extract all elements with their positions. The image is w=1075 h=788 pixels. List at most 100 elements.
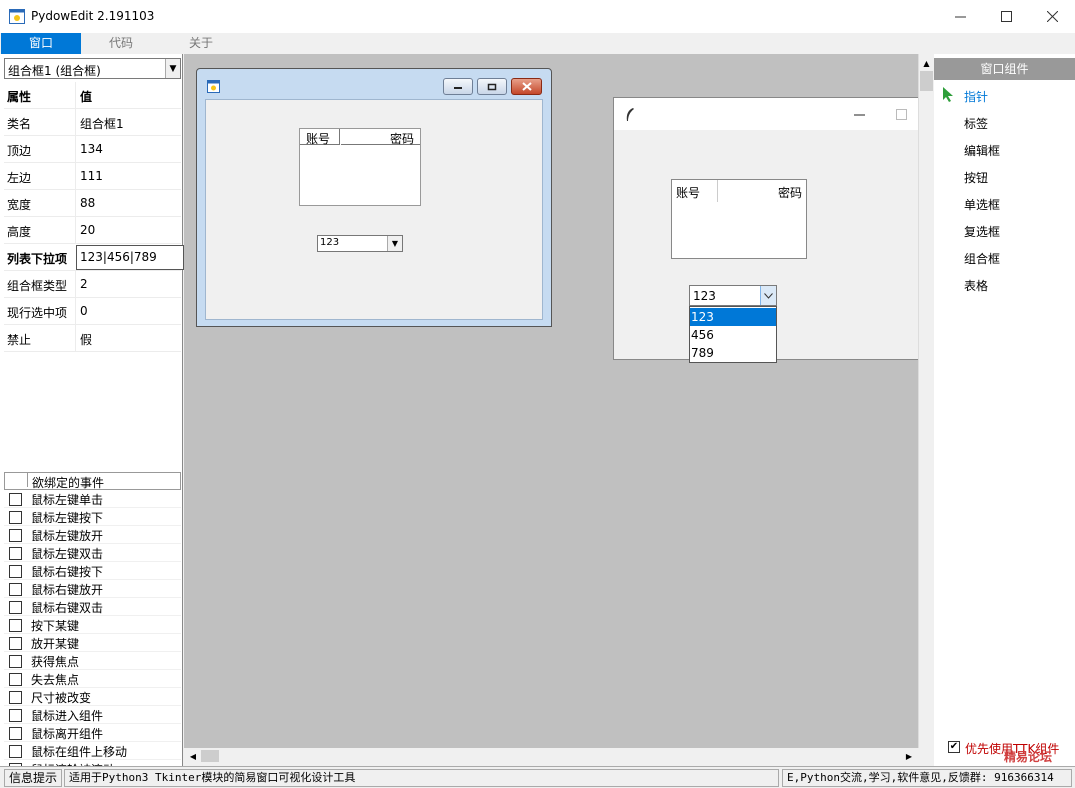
widget-label[interactable]: 标签: [964, 115, 988, 132]
listbox-column[interactable]: 账号: [672, 180, 718, 202]
event-label: 鼠标右键放开: [31, 583, 104, 597]
widget-checkbox[interactable]: 复选框: [964, 223, 1000, 240]
horizontal-scrollbar[interactable]: ◀ ▶: [184, 748, 918, 765]
chevron-down-icon[interactable]: ▼: [387, 236, 402, 251]
event-item[interactable]: 鼠标在组件上移动: [4, 742, 181, 760]
chevron-down-icon[interactable]: ▼: [165, 59, 180, 78]
listbox[interactable]: 账号 密码: [299, 128, 421, 206]
listbox-column[interactable]: 账号: [300, 129, 340, 146]
dropdown-option[interactable]: 456: [690, 326, 776, 344]
event-item[interactable]: 鼠标左键单击: [4, 490, 181, 508]
design-window[interactable]: 账号 密码 123 ▼: [196, 68, 552, 327]
component-select[interactable]: 组合框1 (组合框) ▼: [4, 58, 181, 79]
tab-code[interactable]: 代码: [81, 33, 161, 54]
listbox-column[interactable]: 密码: [719, 180, 806, 202]
event-checkbox[interactable]: [9, 511, 22, 524]
event-checkbox[interactable]: [9, 493, 22, 506]
event-checkbox[interactable]: [9, 727, 22, 740]
maximize-button[interactable]: [983, 0, 1029, 33]
scroll-thumb[interactable]: [201, 750, 219, 762]
widget-radiobutton[interactable]: 单选框: [964, 196, 1000, 213]
dropdown-option-selected[interactable]: 123: [690, 308, 776, 326]
property-edit-input[interactable]: 123|456|789: [76, 245, 184, 270]
status-message: 适用于Python3 Tkinter模块的简易窗口可视化设计工具: [64, 769, 779, 787]
event-checkbox[interactable]: [9, 637, 22, 650]
design-minimize-button[interactable]: [443, 78, 473, 95]
event-label: 获得焦点: [31, 655, 80, 669]
event-item[interactable]: 鼠标右键放开: [4, 580, 181, 598]
preview-minimize-button[interactable]: [836, 98, 882, 130]
preview-combobox[interactable]: 123: [689, 285, 777, 306]
widget-table[interactable]: 表格: [964, 277, 988, 294]
property-header: 属性 值: [4, 82, 181, 109]
event-item[interactable]: 鼠标离开组件: [4, 724, 181, 742]
minimize-icon: [454, 86, 462, 89]
event-checkbox[interactable]: [9, 619, 22, 632]
event-item[interactable]: 鼠标进入组件: [4, 706, 181, 724]
property-row[interactable]: 高度 20: [4, 217, 181, 244]
event-item[interactable]: 放开某键: [4, 634, 181, 652]
event-checkbox[interactable]: [9, 745, 22, 758]
property-row[interactable]: 组合框类型 2: [4, 271, 181, 298]
property-row[interactable]: 类名 组合框1: [4, 109, 181, 136]
event-checkbox[interactable]: [9, 709, 22, 722]
combobox[interactable]: 123 ▼: [317, 235, 403, 252]
widget-pointer[interactable]: 指针: [964, 88, 988, 105]
maximize-icon: [1000, 11, 1012, 22]
widget-combobox[interactable]: 组合框: [964, 250, 1000, 267]
close-button[interactable]: [1029, 0, 1075, 33]
chevron-down-icon[interactable]: [760, 286, 776, 305]
listbox-col-account: 账号: [306, 132, 331, 146]
tab-about[interactable]: 关于: [161, 33, 241, 54]
event-checkbox[interactable]: [9, 565, 22, 578]
ttk-checkbox[interactable]: ✔: [948, 741, 960, 753]
vertical-scrollbar[interactable]: ▲: [918, 54, 934, 748]
event-checkbox[interactable]: [9, 655, 22, 668]
scroll-up-icon[interactable]: ▲: [920, 56, 933, 70]
event-item[interactable]: 失去焦点: [4, 670, 181, 688]
event-item[interactable]: 鼠标右键按下: [4, 562, 181, 580]
event-checkbox[interactable]: [9, 601, 22, 614]
event-checkbox[interactable]: [9, 547, 22, 560]
scroll-left-icon[interactable]: ◀: [186, 749, 200, 763]
preview-window[interactable]: 账号 密码 123 123 456 789: [613, 97, 964, 363]
event-item[interactable]: 鼠标左键按下: [4, 508, 181, 526]
event-item[interactable]: 获得焦点: [4, 652, 181, 670]
property-row[interactable]: 宽度 88: [4, 190, 181, 217]
property-row-active[interactable]: 列表下拉项 123|456|789: [4, 244, 184, 271]
event-checkbox[interactable]: [9, 583, 22, 596]
design-maximize-button[interactable]: [477, 78, 507, 95]
pointer-icon: [943, 87, 953, 102]
listbox-column[interactable]: 密码: [341, 129, 420, 146]
property-row[interactable]: 顶边 134: [4, 136, 181, 163]
tab-window[interactable]: 窗口: [1, 33, 81, 54]
event-checkbox[interactable]: [9, 673, 22, 686]
event-checkbox[interactable]: [9, 691, 22, 704]
preview-maximize-button[interactable]: [882, 98, 920, 130]
event-item[interactable]: 鼠标左键双击: [4, 544, 181, 562]
event-label: 鼠标左键按下: [31, 511, 104, 525]
minimize-icon: [853, 114, 865, 115]
property-value: 88: [80, 196, 96, 210]
status-bar: 信息提示 适用于Python3 Tkinter模块的简易窗口可视化设计工具 E,…: [0, 766, 1075, 788]
event-label: 鼠标右键按下: [31, 565, 104, 579]
property-row[interactable]: 现行选中项 0: [4, 298, 181, 325]
dropdown-option[interactable]: 789: [690, 344, 776, 362]
property-row[interactable]: 左边 111: [4, 163, 181, 190]
property-key: 现行选中项: [7, 306, 68, 320]
event-item[interactable]: 鼠标左键放开: [4, 526, 181, 544]
event-item[interactable]: 按下某键: [4, 616, 181, 634]
widget-button[interactable]: 按钮: [964, 169, 988, 186]
minimize-button[interactable]: [937, 0, 983, 33]
event-item[interactable]: 尺寸被改变: [4, 688, 181, 706]
design-window-client[interactable]: 账号 密码 123 ▼: [205, 99, 543, 320]
feather-icon: [626, 108, 634, 121]
widget-entry[interactable]: 编辑框: [964, 142, 1000, 159]
event-checkbox[interactable]: [9, 529, 22, 542]
scroll-thumb[interactable]: [920, 71, 933, 91]
property-row[interactable]: 禁止 假: [4, 325, 181, 352]
design-close-button[interactable]: [511, 78, 542, 95]
event-item[interactable]: 鼠标右键双击: [4, 598, 181, 616]
scroll-right-icon[interactable]: ▶: [902, 749, 916, 763]
preview-listbox[interactable]: 账号 密码: [671, 179, 807, 259]
